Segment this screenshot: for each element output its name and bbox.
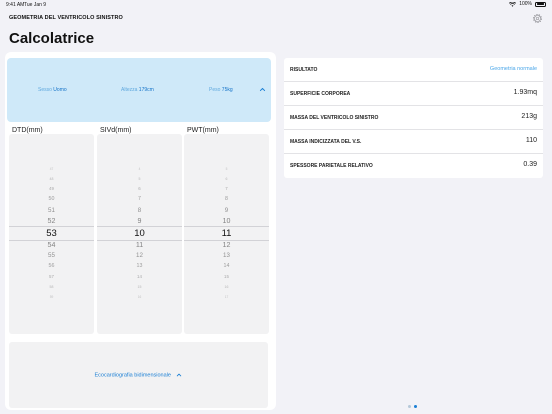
picker-value[interactable]: 9 xyxy=(97,218,182,225)
picker-value[interactable]: 50 xyxy=(9,197,94,203)
battery-icon xyxy=(535,1,546,7)
picker-value-selected[interactable]: 53 xyxy=(9,229,94,239)
picker-value[interactable]: 58 xyxy=(9,285,94,290)
picker-value[interactable]: 7 xyxy=(184,186,269,191)
picker-pwt[interactable]: 5 6 7 8 9 10 11 12 13 14 15 16 17 xyxy=(184,134,269,334)
picker-value-selected[interactable]: 10 xyxy=(97,229,182,239)
result-label: RISULTATO xyxy=(290,67,318,73)
result-row-rwt: SPESSORE PARIETALE RELATIVO 0.39 xyxy=(284,154,543,178)
result-label: MASSA INDICIZZATA DEL V.S. xyxy=(290,139,362,145)
status-right: 100% xyxy=(509,1,546,7)
picker-value[interactable]: 9 xyxy=(184,207,269,214)
result-row-lv-mass-index: MASSA INDICIZZATA DEL V.S. 110 xyxy=(284,130,543,154)
picker-dtd[interactable]: 47 48 49 50 51 52 53 54 55 56 57 58 59 xyxy=(9,134,94,334)
param-height-label: Altezza xyxy=(121,87,138,93)
picker-value[interactable]: 47 xyxy=(9,167,94,171)
result-row-lv-mass: MASSA DEL VENTRICOLO SINISTRO 213g xyxy=(284,106,543,130)
page-title: Calcolatrice xyxy=(9,30,95,47)
picker-value[interactable]: 12 xyxy=(97,252,182,259)
picker-header-dtd: DTD(mm) xyxy=(12,127,43,134)
page-dot[interactable] xyxy=(408,405,411,408)
results-card: RISULTATO Geometria normale SUPERFICIE C… xyxy=(284,58,543,178)
page-indicator[interactable] xyxy=(408,405,417,408)
picker-value[interactable]: 5 xyxy=(97,177,182,182)
param-sex[interactable]: Sesso Uomo xyxy=(38,87,67,93)
picker-header-sivd: SIVd(mm) xyxy=(100,127,132,134)
result-label: MASSA DEL VENTRICOLO SINISTRO xyxy=(290,115,379,121)
picker-value[interactable]: 15 xyxy=(97,285,182,290)
param-sex-value: Uomo xyxy=(53,87,67,93)
param-sex-label: Sesso xyxy=(38,87,52,93)
result-row-outcome: RISULTATO Geometria normale xyxy=(284,58,543,82)
picker-value[interactable]: 12 xyxy=(184,241,269,249)
gear-icon[interactable] xyxy=(532,13,543,24)
picker-value[interactable]: 17 xyxy=(184,295,269,299)
picker-value[interactable]: 13 xyxy=(97,263,182,269)
battery-percent: 100% xyxy=(519,1,532,7)
param-height[interactable]: Altezza 179cm xyxy=(121,87,154,93)
picker-value[interactable]: 56 xyxy=(9,263,94,269)
chevron-up-icon xyxy=(177,373,182,377)
status-time: 9:41 AM xyxy=(6,2,25,8)
result-label: SPESSORE PARIETALE RELATIVO xyxy=(290,163,373,169)
picker-value[interactable]: 14 xyxy=(184,263,269,269)
result-row-bsa: SUPERFICIE CORPOREA 1.93mq xyxy=(284,82,543,106)
picker-value[interactable]: 54 xyxy=(9,241,94,249)
wifi-icon xyxy=(509,1,517,7)
param-weight-label: Peso xyxy=(209,87,221,93)
chevron-up-icon[interactable] xyxy=(259,86,266,93)
picker-value[interactable]: 14 xyxy=(97,274,182,279)
picker-value[interactable]: 15 xyxy=(184,274,269,279)
picker-value[interactable]: 13 xyxy=(184,252,269,259)
picker-value[interactable]: 7 xyxy=(97,197,182,203)
result-value: 110 xyxy=(525,137,537,144)
param-weight-value: 75kg xyxy=(221,87,233,93)
page-dot-active[interactable] xyxy=(414,405,417,408)
echo-section: Ecocardiografia bidimensionale xyxy=(9,342,268,408)
picker-value[interactable]: 49 xyxy=(9,186,94,191)
picker-value[interactable]: 48 xyxy=(9,177,94,182)
status-date: Tue Jan 9 xyxy=(24,2,47,8)
echo-toggle-label: Ecocardiografia bidimensionale xyxy=(94,372,171,379)
patient-params[interactable]: Sesso Uomo Altezza 179cm Peso 75kg xyxy=(7,58,271,122)
result-value: 1.93mq xyxy=(513,89,537,96)
result-label: SUPERFICIE CORPOREA xyxy=(290,91,351,97)
param-weight[interactable]: Peso 75kg xyxy=(209,87,233,93)
picker-value[interactable]: 16 xyxy=(184,285,269,290)
picker-value[interactable]: 4 xyxy=(97,167,182,171)
picker-value[interactable]: 52 xyxy=(9,218,94,225)
picker-value[interactable]: 6 xyxy=(97,186,182,191)
picker-value[interactable]: 16 xyxy=(97,295,182,299)
picker-sivd[interactable]: 4 5 6 7 8 9 10 11 12 13 14 15 16 xyxy=(97,134,182,334)
app-name: GEOMETRIA DEL VENTRICOLO SINISTRO xyxy=(9,15,123,21)
picker-value[interactable]: 6 xyxy=(184,177,269,182)
picker-value[interactable]: 59 xyxy=(9,295,94,299)
calculator-panel: Sesso Uomo Altezza 179cm Peso 75kg DTD(m… xyxy=(5,52,276,410)
picker-value[interactable]: 10 xyxy=(184,218,269,225)
picker-header-pwt: PWT(mm) xyxy=(187,127,219,134)
result-value-link[interactable]: Geometria normale xyxy=(490,66,537,72)
picker-value[interactable]: 57 xyxy=(9,274,94,279)
echo-toggle-button[interactable]: Ecocardiografia bidimensionale xyxy=(9,372,268,378)
picker-value[interactable]: 8 xyxy=(184,197,269,203)
picker-value[interactable]: 5 xyxy=(184,167,269,171)
result-value: 213g xyxy=(521,113,537,120)
status-bar: 9:41 AM Tue Jan 9 100% xyxy=(0,0,552,10)
picker-value[interactable]: 51 xyxy=(9,207,94,214)
picker-value[interactable]: 8 xyxy=(97,207,182,214)
picker-value[interactable]: 55 xyxy=(9,252,94,259)
param-height-value: 179cm xyxy=(138,87,154,93)
picker-value-selected[interactable]: 11 xyxy=(184,229,269,239)
result-value: 0.39 xyxy=(523,161,537,168)
picker-value[interactable]: 11 xyxy=(97,241,182,249)
